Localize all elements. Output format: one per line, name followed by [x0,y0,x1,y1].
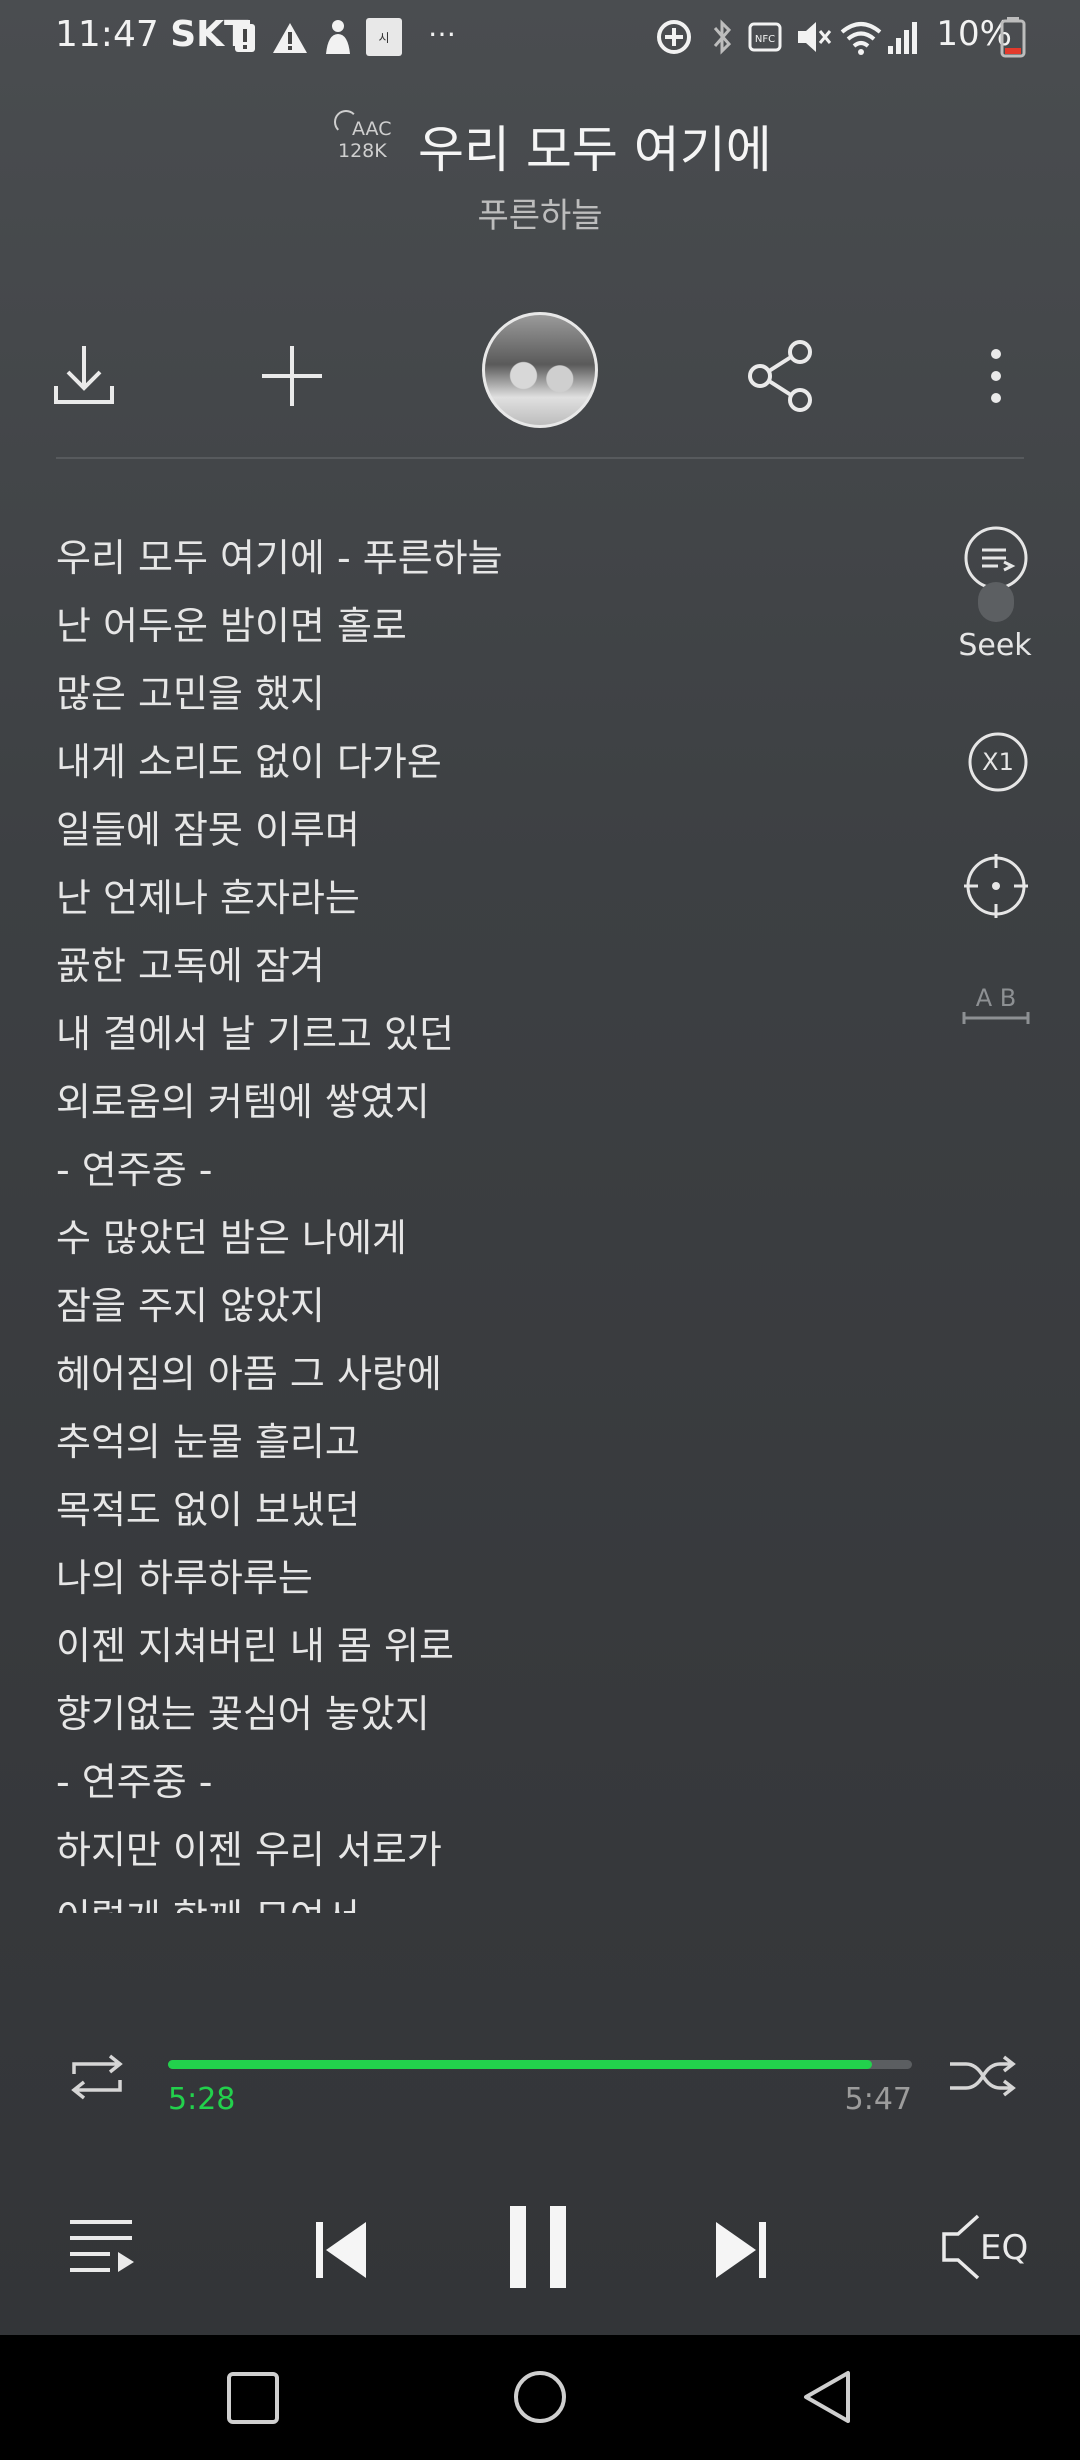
lyric-line[interactable]: 이젠 지쳐버린 내 몸 위로 [56,1616,936,1684]
lyric-line[interactable]: 내게 소리도 없이 다가온 [56,732,936,800]
back-icon[interactable] [800,2369,854,2425]
bluetooth-icon [713,19,732,55]
download-icon[interactable] [44,336,124,416]
lyric-line[interactable]: 잠을 주지 않았지 [56,1276,936,1344]
total-time: 5:47 [844,2082,912,2117]
lyric-line[interactable]: 이렇게 함께 모여서 [56,1888,936,1913]
audio-quality-badge: AAC 128K [334,110,398,162]
lyrics-panel[interactable]: 우리 모두 여기에 - 푸른하늘 난 어두운 밤이면 홀로 많은 고민을 했지 내게 … [56,528,936,1913]
ab-repeat-button[interactable]: A B [960,984,1032,1034]
wifi-icon [840,22,882,55]
lyric-line[interactable]: 추억의 눈물 흘리고 [56,1412,936,1480]
next-icon[interactable] [712,2220,768,2280]
lyric-line[interactable]: 난 언제나 혼자라는 [56,868,936,936]
lyric-line[interactable]: 외로움의 커템에 쌓였지 [56,1072,936,1140]
lyric-line[interactable]: 하지만 이젠 우리 서로가 [56,1820,936,1888]
svg-text:NFC: NFC [755,34,775,45]
shuffle-icon[interactable] [946,2054,1020,2100]
lyric-line[interactable]: 목적도 없이 보냈던 [56,1480,936,1548]
speed-label: X1 [982,748,1014,776]
nfc-icon: NFC [748,22,782,52]
mute-icon [798,22,832,52]
speed-button[interactable]: X1 [962,726,1034,798]
lyric-line[interactable]: 향기없는 꽃심어 놓았지 [56,1684,936,1752]
lyric-line[interactable]: 우리 모두 여기에 - 푸른하늘 [56,528,936,596]
status-time: 11:47 SKT [55,14,249,55]
eq-label: EQ [980,2228,1029,2268]
repeat-icon[interactable] [60,2052,134,2102]
system-nav-bar [0,2335,1080,2460]
artist-name[interactable]: 푸른하늘 [0,188,1080,237]
previous-icon[interactable] [314,2220,370,2280]
status-bar: 11:47 SKT 시 … NFC 10% [0,0,1080,80]
lyric-line[interactable]: 수 많았던 밤은 나에게 [56,1208,936,1276]
svg-text:시: 시 [378,31,389,45]
lyric-line[interactable]: 나의 하루하루는 [56,1548,936,1616]
data-saver-icon [657,20,691,54]
lyric-line[interactable]: 많은 고민을 했지 [56,664,936,732]
song-title: 우리 모두 여기에 [418,121,772,179]
add-icon[interactable] [252,336,332,416]
speaker-icon [942,2214,980,2280]
seek-label: Seek [958,628,1032,663]
more-icon[interactable] [956,336,1036,416]
battery-alert-icon [235,20,255,52]
current-time: 5:28 [168,2082,236,2117]
equalizer-button[interactable]: EQ [940,2210,1040,2284]
seek-toggle[interactable] [978,582,1014,622]
more-notifications: … [428,10,456,43]
pause-icon[interactable] [506,2204,570,2290]
app-notification-icon [326,20,350,54]
lyric-line[interactable]: - 연주중 - [56,1140,936,1208]
lyric-line[interactable]: 난 어두운 밤이면 홀로 [56,596,936,664]
progress-fill [168,2060,872,2069]
lyric-line[interactable]: 일들에 잠못 이루며 [56,800,936,868]
sync-target-icon[interactable] [960,850,1032,922]
lyric-line[interactable]: 내 결에서 날 기르고 있던 [56,1004,936,1072]
lyric-line[interactable]: 헤어짐의 아픔 그 사랑에 [56,1344,936,1412]
battery-icon [1000,17,1026,58]
divider [56,457,1024,459]
calendar-notification-icon: 시 [366,18,402,56]
lyric-line[interactable]: 굜한 고독에 잠겨 [56,936,936,1004]
home-icon[interactable] [512,2369,568,2425]
playlist-icon[interactable] [66,2216,138,2280]
ab-bracket-icon [962,1012,1030,1024]
warning-icon [273,23,307,53]
progress-track[interactable] [168,2060,912,2069]
share-icon[interactable] [740,336,820,416]
recents-icon[interactable] [226,2371,280,2425]
album-art[interactable] [482,312,598,428]
lyric-line[interactable]: - 연주중 - [56,1752,936,1820]
signal-icon [888,22,917,54]
